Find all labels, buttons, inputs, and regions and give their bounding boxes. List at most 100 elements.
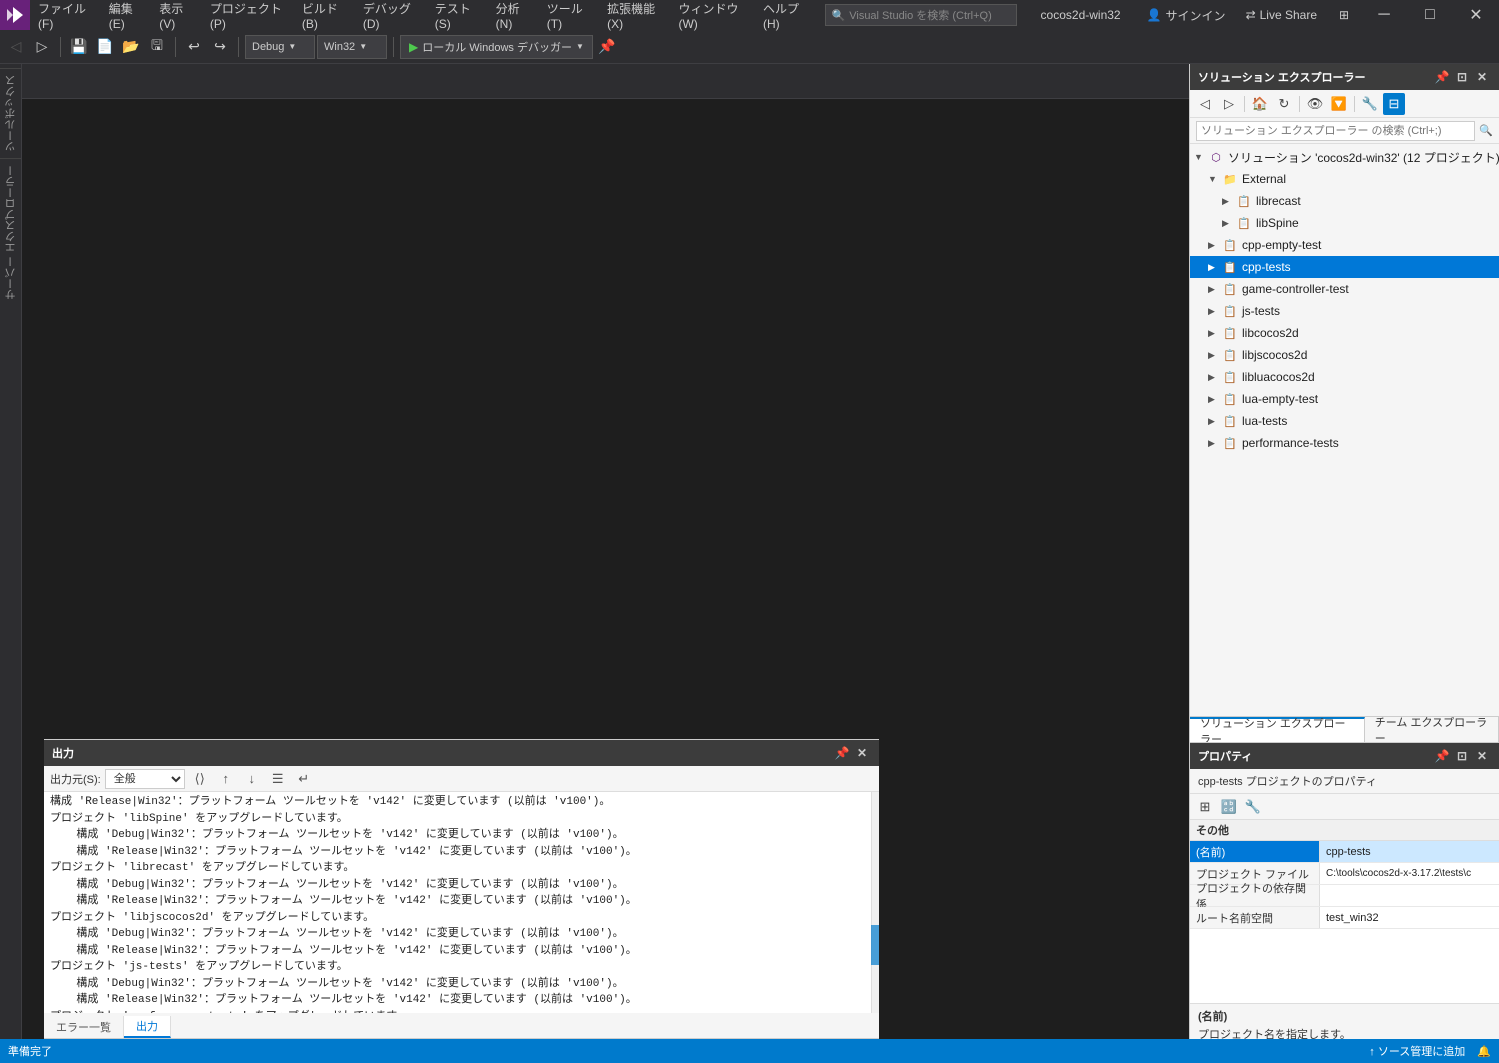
toolbar-undo[interactable]: ↩: [182, 35, 206, 59]
se-pin-btn[interactable]: 📌: [1433, 68, 1451, 86]
title-search-box[interactable]: 🔍 Visual Studio を検索 (Ctrl+Q): [825, 4, 1017, 26]
toolbar-back[interactable]: ◁: [4, 35, 28, 59]
props-close-btn[interactable]: ✕: [1473, 747, 1491, 765]
menu-edit[interactable]: 編集(E): [101, 0, 152, 30]
output-pin-btn[interactable]: 📌: [833, 744, 851, 762]
status-ready[interactable]: 準備完了: [8, 1043, 52, 1059]
menu-build[interactable]: ビルド(B): [294, 0, 355, 30]
left-sidebar: ツールボックス サーバー エクスプローラー: [0, 64, 22, 1063]
output-content[interactable]: 構成 'Release|Win32'：プラットフォーム ツールセットを 'v14…: [44, 792, 871, 1013]
toolbar-new-file[interactable]: 📄: [93, 35, 117, 59]
menu-analyze[interactable]: 分析(N): [488, 0, 539, 30]
lua-tests-label: lua-tests: [1242, 414, 1287, 428]
menu-project[interactable]: プロジェクト(P): [202, 0, 294, 30]
liveshare-button[interactable]: ⇄ Live Share: [1236, 0, 1327, 30]
props-table: その他 (名前) cpp-tests プロジェクト ファイル C:\tools\…: [1190, 820, 1499, 1003]
status-notification[interactable]: 🔔: [1477, 1045, 1491, 1058]
menu-view[interactable]: 表示(V): [151, 0, 202, 30]
window-controls: ─ □ ✕: [1361, 0, 1499, 30]
se-back-btn[interactable]: ◁: [1194, 93, 1216, 115]
se-item-js-tests[interactable]: ▶ 📋 js-tests: [1190, 300, 1499, 322]
toolbar-save-all[interactable]: 💾: [67, 35, 91, 59]
se-search-input[interactable]: [1196, 121, 1475, 141]
se-sep2: [1299, 96, 1300, 112]
output-btn1[interactable]: ⟨⟩: [189, 768, 211, 790]
toolbar-sep1: [60, 37, 61, 57]
close-button[interactable]: ✕: [1453, 0, 1499, 30]
run-button[interactable]: ▶ ローカル Windows デバッガー ▼: [400, 35, 593, 59]
se-item-lua-tests[interactable]: ▶ 📋 lua-tests: [1190, 410, 1499, 432]
platform-dropdown[interactable]: Win32 ▼: [317, 35, 387, 59]
props-float-btn[interactable]: ⊡: [1453, 747, 1471, 765]
props-row-deps[interactable]: プロジェクトの依存関係: [1190, 885, 1499, 907]
output-line: プロジェクト 'libjscocos2d' をアップグレードしています。: [50, 910, 865, 927]
tab-output[interactable]: 出力: [124, 1016, 171, 1038]
output-btn2[interactable]: ↑: [215, 768, 237, 790]
se-item-libjscocos2d[interactable]: ▶ 📋 libjscocos2d: [1190, 344, 1499, 366]
props-row-namespace[interactable]: ルート名前空間 test_win32: [1190, 907, 1499, 929]
props-header-actions: 📌 ⊡ ✕: [1433, 747, 1491, 765]
props-alpha-btn[interactable]: 🔡: [1218, 796, 1240, 818]
se-properties-btn[interactable]: 🔧: [1359, 93, 1381, 115]
se-item-libcocos2d[interactable]: ▶ 📋 libcocos2d: [1190, 322, 1499, 344]
menu-tools[interactable]: ツール(T): [539, 0, 599, 30]
menu-file[interactable]: ファイル(F): [30, 0, 101, 30]
se-item-libspine[interactable]: ▶ 📋 libSpine: [1190, 212, 1499, 234]
editor-tabs: [22, 64, 1189, 99]
se-item-performance-tests[interactable]: ▶ 📋 performance-tests: [1190, 432, 1499, 454]
toolbar-save[interactable]: 🖫: [145, 35, 169, 59]
sidebar-tab-toolbox[interactable]: ツールボックス: [0, 68, 21, 158]
sidebar-tab-server-explorer[interactable]: サーバー エクスプローラー: [0, 158, 21, 306]
se-item-libluacocos2d[interactable]: ▶ 📋 libluacocos2d: [1190, 366, 1499, 388]
toolbar-open[interactable]: 📂: [119, 35, 143, 59]
maximize-button[interactable]: □: [1407, 0, 1453, 30]
props-row-name[interactable]: (名前) cpp-tests: [1190, 841, 1499, 863]
minimize-button[interactable]: ─: [1361, 0, 1407, 30]
se-float-btn[interactable]: ⊡: [1453, 68, 1471, 86]
se-footer-tab-solution[interactable]: ソリューション エクスプローラー: [1190, 717, 1365, 742]
menu-debug[interactable]: デバッグ(D): [355, 0, 427, 30]
se-item-game-controller-test[interactable]: ▶ 📋 game-controller-test: [1190, 278, 1499, 300]
toolbar-redo[interactable]: ↪: [208, 35, 232, 59]
se-item-cpp-empty-test[interactable]: ▶ 📋 cpp-empty-test: [1190, 234, 1499, 256]
output-btn3[interactable]: ↓: [241, 768, 263, 790]
output-scrollbar[interactable]: [871, 792, 879, 1013]
signin-button[interactable]: 👤 サインイン: [1137, 0, 1236, 30]
menu-extensions[interactable]: 拡張機能(X): [599, 0, 670, 30]
librecast-arrow: ▶: [1222, 196, 1236, 207]
se-fwd-btn[interactable]: ▷: [1218, 93, 1240, 115]
se-solution-root[interactable]: ▼ ⬡ ソリューション 'cocos2d-win32' (12 プロジェクト): [1190, 146, 1499, 168]
se-show-all-btn[interactable]: 👁: [1304, 93, 1326, 115]
output-wrap-btn[interactable]: ↵: [293, 768, 315, 790]
se-item-external[interactable]: ▼ 📁 External: [1190, 168, 1499, 190]
se-footer-tab-team[interactable]: チーム エクスプローラー: [1365, 717, 1499, 742]
toolbar-pin[interactable]: 📌: [595, 35, 619, 59]
toolbar-fwd[interactable]: ▷: [30, 35, 54, 59]
debug-config-dropdown[interactable]: Debug ▼: [245, 35, 315, 59]
se-filter-btn[interactable]: 🔽: [1328, 93, 1350, 115]
menu-test[interactable]: テスト(S): [427, 0, 488, 30]
lua-empty-label: lua-empty-test: [1242, 392, 1318, 406]
solution-explorer: ソリューション エクスプローラー 📌 ⊡ ✕ ◁ ▷ 🏠 ↻ 👁 🔽 🔧 ⊟: [1190, 64, 1499, 743]
se-close-btn[interactable]: ✕: [1473, 68, 1491, 86]
props-props-btn[interactable]: 🔧: [1242, 796, 1264, 818]
status-source-control[interactable]: ↑ ソース管理に追加: [1369, 1043, 1465, 1059]
se-item-librecast[interactable]: ▶ 📋 librecast: [1190, 190, 1499, 212]
layout-icon[interactable]: ⊞: [1331, 2, 1357, 28]
project-icon-libjscocos2d: 📋: [1222, 347, 1238, 363]
se-collapse-btn[interactable]: ⊟: [1383, 93, 1405, 115]
menu-window[interactable]: ウィンドウ(W): [670, 0, 755, 30]
se-item-cpp-tests[interactable]: ▶ 📋 cpp-tests: [1190, 256, 1499, 278]
js-tests-arrow: ▶: [1208, 306, 1222, 317]
props-category-btn[interactable]: ⊞: [1194, 796, 1216, 818]
se-home-btn[interactable]: 🏠: [1249, 93, 1271, 115]
debug-config-arrow: ▼: [288, 42, 296, 51]
output-source-select[interactable]: 全般: [105, 769, 185, 789]
props-pin-btn[interactable]: 📌: [1433, 747, 1451, 765]
se-item-lua-empty-test[interactable]: ▶ 📋 lua-empty-test: [1190, 388, 1499, 410]
tab-error-list[interactable]: エラー一覧: [44, 1016, 124, 1038]
menu-help[interactable]: ヘルプ(H): [755, 0, 817, 30]
output-clear-btn[interactable]: ☰: [267, 768, 289, 790]
output-close-btn[interactable]: ✕: [853, 744, 871, 762]
se-refresh-btn[interactable]: ↻: [1273, 93, 1295, 115]
